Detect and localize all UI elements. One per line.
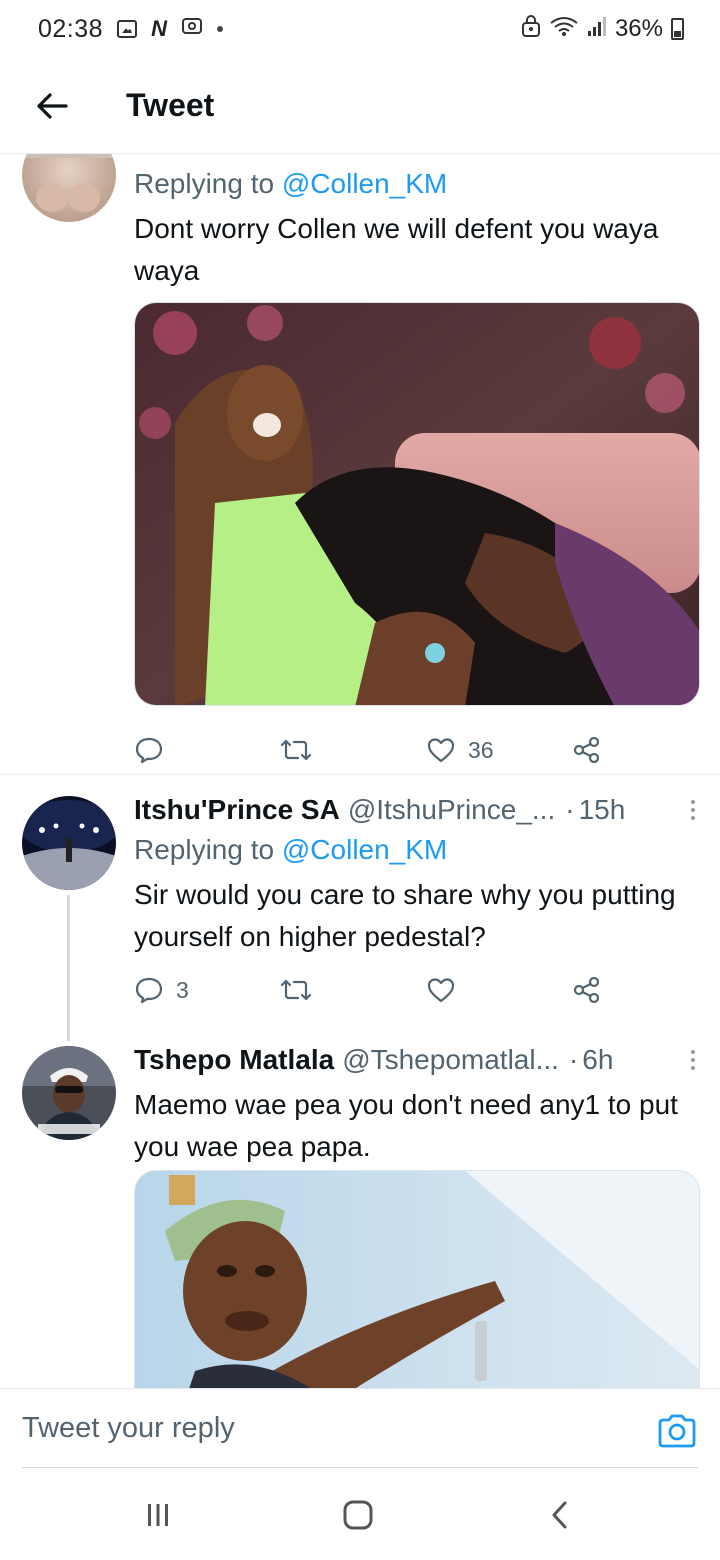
tweet-text: Sir would you care to share why you putt… xyxy=(134,879,676,952)
more-options-button[interactable] xyxy=(686,1050,700,1070)
reply-bar xyxy=(0,1388,720,1468)
user-handle[interactable]: @Tshepomatlal... xyxy=(342,1044,559,1076)
tweet-content: Tshepo Matlala @Tshepomatlal... · 6h Mae… xyxy=(134,1040,700,1168)
share-button[interactable] xyxy=(572,976,602,1004)
avatar[interactable] xyxy=(22,154,116,222)
comment-icon xyxy=(135,977,163,1004)
gallery-icon xyxy=(117,20,138,38)
recent-apps-icon xyxy=(148,1504,168,1526)
user-name[interactable]: Itshu'Prince SA xyxy=(134,794,340,826)
system-nav-bar xyxy=(0,1468,720,1560)
retweet-button[interactable] xyxy=(280,977,324,1003)
retweet-icon xyxy=(280,979,312,1001)
tweet-time: 15h xyxy=(578,794,626,825)
page-title: Tweet xyxy=(126,87,215,123)
tweet-actions: 36 xyxy=(134,728,634,772)
retweet-button[interactable] xyxy=(280,737,324,763)
tweet-actions: 3 xyxy=(134,968,634,1012)
notification-dot xyxy=(216,26,223,32)
avatar[interactable] xyxy=(22,1046,116,1140)
separator-dot: · xyxy=(565,794,575,825)
clipped-header xyxy=(134,154,700,164)
tweet-divider xyxy=(0,774,720,775)
heart-icon xyxy=(427,978,455,1003)
avatar[interactable] xyxy=(22,796,116,890)
mention-link[interactable]: @Collen_KM xyxy=(282,168,447,199)
reply-count: 3 xyxy=(176,976,189,1003)
tweet-content: Replying to @Collen_KM Dont worry Collen… xyxy=(134,154,700,292)
screen-record-icon xyxy=(181,15,203,43)
battery-icon xyxy=(671,18,684,40)
tweet-feed[interactable]: Replying to @Collen_KM Dont worry Collen… xyxy=(0,154,720,1388)
nav-back-button[interactable] xyxy=(540,1498,580,1532)
tweet-media-image[interactable] xyxy=(134,302,700,706)
home-button[interactable] xyxy=(338,1498,378,1532)
tweet-media-image[interactable] xyxy=(134,1170,700,1388)
tweet-header: Itshu'Prince SA @ItshuPrince_... · 15h xyxy=(134,790,700,830)
user-name[interactable]: Tshepo Matlala xyxy=(134,1044,334,1076)
battery-text: 36% xyxy=(614,15,663,42)
back-button[interactable] xyxy=(24,78,80,134)
like-button[interactable] xyxy=(426,976,468,1004)
like-button[interactable]: 36 xyxy=(426,736,494,764)
retweet-icon xyxy=(280,739,312,761)
share-button[interactable] xyxy=(572,736,602,764)
share-icon xyxy=(573,976,600,1004)
chevron-left-icon xyxy=(552,1501,567,1529)
tweet-text: Dont worry Collen we will defent you way… xyxy=(134,213,659,286)
replying-to: Replying to @Collen_KM xyxy=(134,830,700,870)
recent-apps-button[interactable] xyxy=(138,1498,178,1532)
heart-icon xyxy=(427,738,455,763)
status-right-icons: 36% xyxy=(521,14,684,45)
camera-icon xyxy=(658,1414,696,1448)
wifi-icon xyxy=(549,15,579,44)
replying-prefix: Replying to xyxy=(134,168,275,199)
lock-icon xyxy=(521,14,541,45)
reply-button[interactable]: 3 xyxy=(134,976,189,1004)
tweet-content: Itshu'Prince SA @ItshuPrince_... · 15h R… xyxy=(134,790,700,958)
tweet-item[interactable]: Tshepo Matlala @Tshepomatlal... · 6h Mae… xyxy=(0,1040,720,1388)
user-handle[interactable]: @ItshuPrince_... xyxy=(348,794,555,826)
share-icon xyxy=(573,736,600,764)
tweet-header: Tshepo Matlala @Tshepomatlal... · 6h xyxy=(134,1040,700,1080)
arrow-left-icon xyxy=(37,92,68,119)
status-bar: 02:38 N 36% xyxy=(0,0,720,58)
tweet-time: 6h xyxy=(582,1044,614,1075)
replying-to: Replying to @Collen_KM xyxy=(134,164,700,204)
reply-button[interactable] xyxy=(134,736,176,764)
app-header: Tweet xyxy=(0,58,720,154)
more-options-button[interactable] xyxy=(686,800,700,820)
reply-input[interactable] xyxy=(22,1397,632,1459)
mention-link[interactable]: @Collen_KM xyxy=(282,834,447,865)
n-app-icon: N xyxy=(151,16,167,41)
home-icon xyxy=(343,1500,373,1530)
status-left-icons: N xyxy=(117,15,223,43)
replying-prefix: Replying to xyxy=(134,834,275,865)
separator-dot: · xyxy=(568,1044,579,1075)
comment-icon xyxy=(135,737,163,764)
like-count: 36 xyxy=(468,736,494,763)
status-time: 02:38 xyxy=(38,14,104,43)
tweet-text: Maemo wae pea you don't need any1 to put… xyxy=(134,1089,678,1162)
camera-button[interactable] xyxy=(656,1413,698,1449)
tweet-item[interactable]: Replying to @Collen_KM Dont worry Collen… xyxy=(0,154,720,774)
signal-icon xyxy=(587,15,607,44)
